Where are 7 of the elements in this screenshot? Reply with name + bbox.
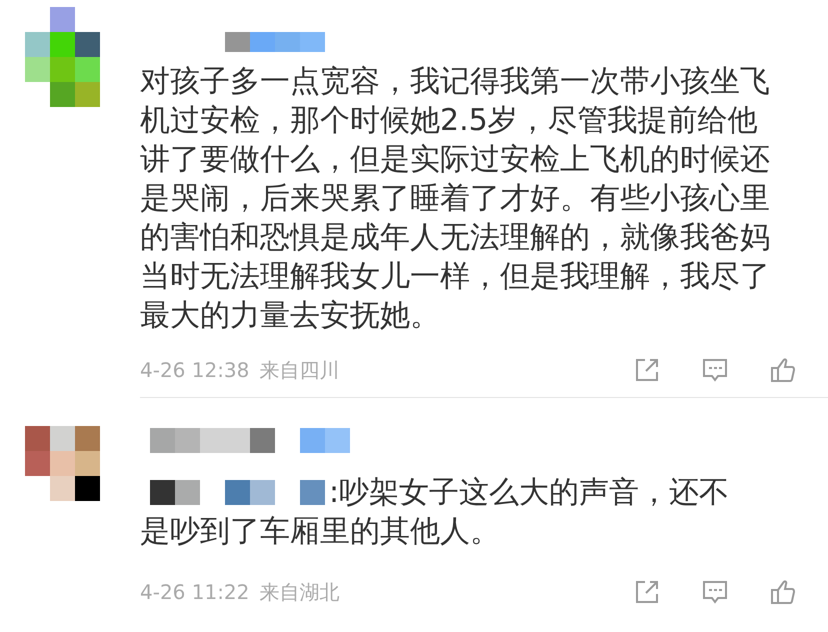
comment-text: :吵架女子这么大的声音，还不: [329, 474, 730, 512]
comment-location: 来自四川: [259, 356, 340, 384]
comment-time: 4-26 11:22: [140, 580, 250, 604]
comment-text: 对孩子多一点宽容，我记得我第一次带小孩坐飞 机过安检，那个时候她2.5岁，尽管我提前给他 讲了要做什么，但是实际过安检上飞机的时候还 是哭闹，后来哭累了睡着了才好。有些小孩心里 的害怕和恐惧是成年人无法理解的，就像我爸妈 当时无法理解我女儿一样，但是我理解，我尽了 最大的力量去安抚她。: [140, 63, 771, 335]
comment-text: 是吵到了车厢里的其他人。: [140, 513, 501, 551]
comment-time: 4-26 12:38: [140, 358, 250, 382]
comment-location: 来自湖北: [259, 578, 340, 606]
